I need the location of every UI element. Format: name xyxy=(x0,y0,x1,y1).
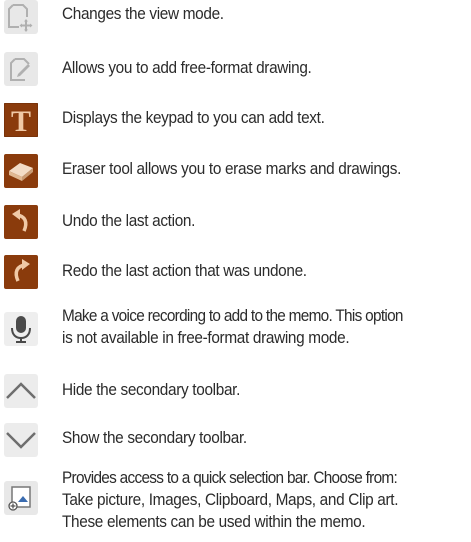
redo-icon xyxy=(4,255,38,289)
item-description: Displays the keypad to you can add text. xyxy=(62,109,325,127)
item-description: Undo the last action. xyxy=(62,212,196,230)
item-description-line-2: Take picture, Images, Clipboard, Maps, a… xyxy=(62,491,399,509)
item-description: Changes the view mode. xyxy=(62,5,224,23)
undo-icon xyxy=(4,205,38,239)
item-description: Hide the secondary toolbar. xyxy=(62,381,241,399)
item-description: Eraser tool allows you to erase marks an… xyxy=(62,160,402,178)
item-description: Show the secondary toolbar. xyxy=(62,429,247,447)
chevron-down-icon xyxy=(4,423,38,457)
item-description-line-1: Provides access to a quick selection bar… xyxy=(62,469,398,487)
insert-icon xyxy=(4,481,38,515)
eraser-icon xyxy=(4,154,38,188)
item-description-line-2: is not available in free-format drawing … xyxy=(62,329,350,347)
microphone-icon xyxy=(4,312,38,346)
item-description: Allows you to add free-format drawing. xyxy=(62,59,312,77)
pen-icon xyxy=(4,52,38,86)
item-description-line-3: These elements can be used within the me… xyxy=(62,513,366,531)
item-description: Redo the last action that was undone. xyxy=(62,262,307,280)
text-glyph: T xyxy=(11,105,31,137)
view-mode-icon xyxy=(4,0,38,34)
text-icon: T xyxy=(4,103,38,137)
toolbar-help-page: { "items": [ {"icon": "view-mode-icon", … xyxy=(0,0,471,542)
chevron-up-icon xyxy=(4,374,38,408)
item-description-line-1: Make a voice recording to add to the mem… xyxy=(62,307,403,325)
